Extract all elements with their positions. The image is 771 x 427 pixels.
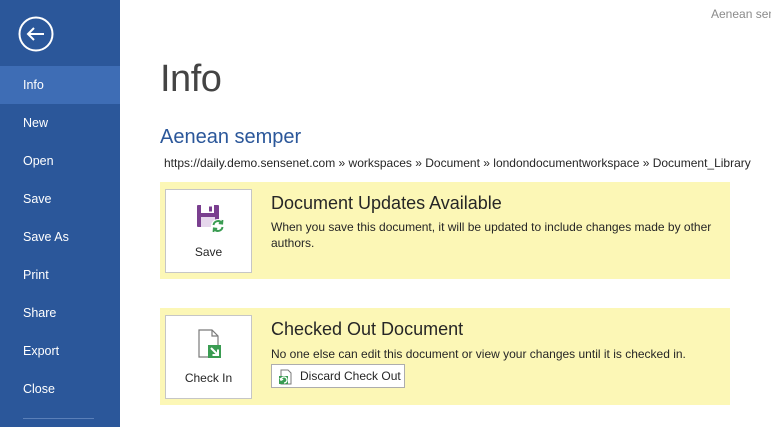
discard-checkout-label: Discard Check Out: [300, 369, 401, 383]
nav-item-info[interactable]: Info: [0, 66, 120, 104]
check-in-icon: [198, 329, 221, 358]
discard-checkout-button[interactable]: Discard Check Out: [271, 364, 405, 388]
save-tile-label: Save: [194, 245, 223, 259]
checked-out-description: No one else can edit this document or vi…: [271, 347, 686, 361]
nav-item-close[interactable]: Close: [0, 370, 120, 408]
signed-in-user[interactable]: Aenean semper: [711, 7, 771, 21]
updates-description: When you save this document, it will be …: [271, 220, 712, 250]
discard-checkout-icon: [279, 369, 292, 385]
nav-item-new[interactable]: New: [0, 104, 120, 142]
nav-item-share[interactable]: Share: [0, 294, 120, 332]
document-title: Aenean semper: [160, 126, 302, 148]
nav-item-open[interactable]: Open: [0, 142, 120, 180]
save-tile-button[interactable]: Save: [165, 189, 252, 273]
nav-item-print[interactable]: Print: [0, 256, 120, 294]
checked-out-panel: Check In Checked Out Document No one els…: [160, 308, 730, 405]
nav-item-save-as[interactable]: Save As: [0, 218, 120, 256]
updates-heading: Document Updates Available: [271, 193, 502, 213]
page-title: Info: [160, 58, 222, 100]
check-in-tile-label: Check In: [184, 371, 233, 385]
nav-item-save[interactable]: Save: [0, 180, 120, 218]
checked-out-heading: Checked Out Document: [271, 319, 464, 339]
backstage-nav: Info New Open Save Save As Print Share E…: [0, 66, 120, 408]
back-button[interactable]: [17, 15, 55, 53]
document-path: https://daily.demo.sensenet.com » worksp…: [164, 156, 751, 170]
backstage-sidebar: Info New Open Save Save As Print Share E…: [0, 0, 120, 427]
back-arrow-icon: [18, 16, 54, 52]
sidebar-divider: [23, 418, 94, 419]
save-sync-icon: [197, 205, 225, 233]
check-in-tile-button[interactable]: Check In: [165, 315, 252, 399]
document-updates-panel: Save Document Updates Available When you…: [160, 182, 730, 279]
nav-item-export[interactable]: Export: [0, 332, 120, 370]
